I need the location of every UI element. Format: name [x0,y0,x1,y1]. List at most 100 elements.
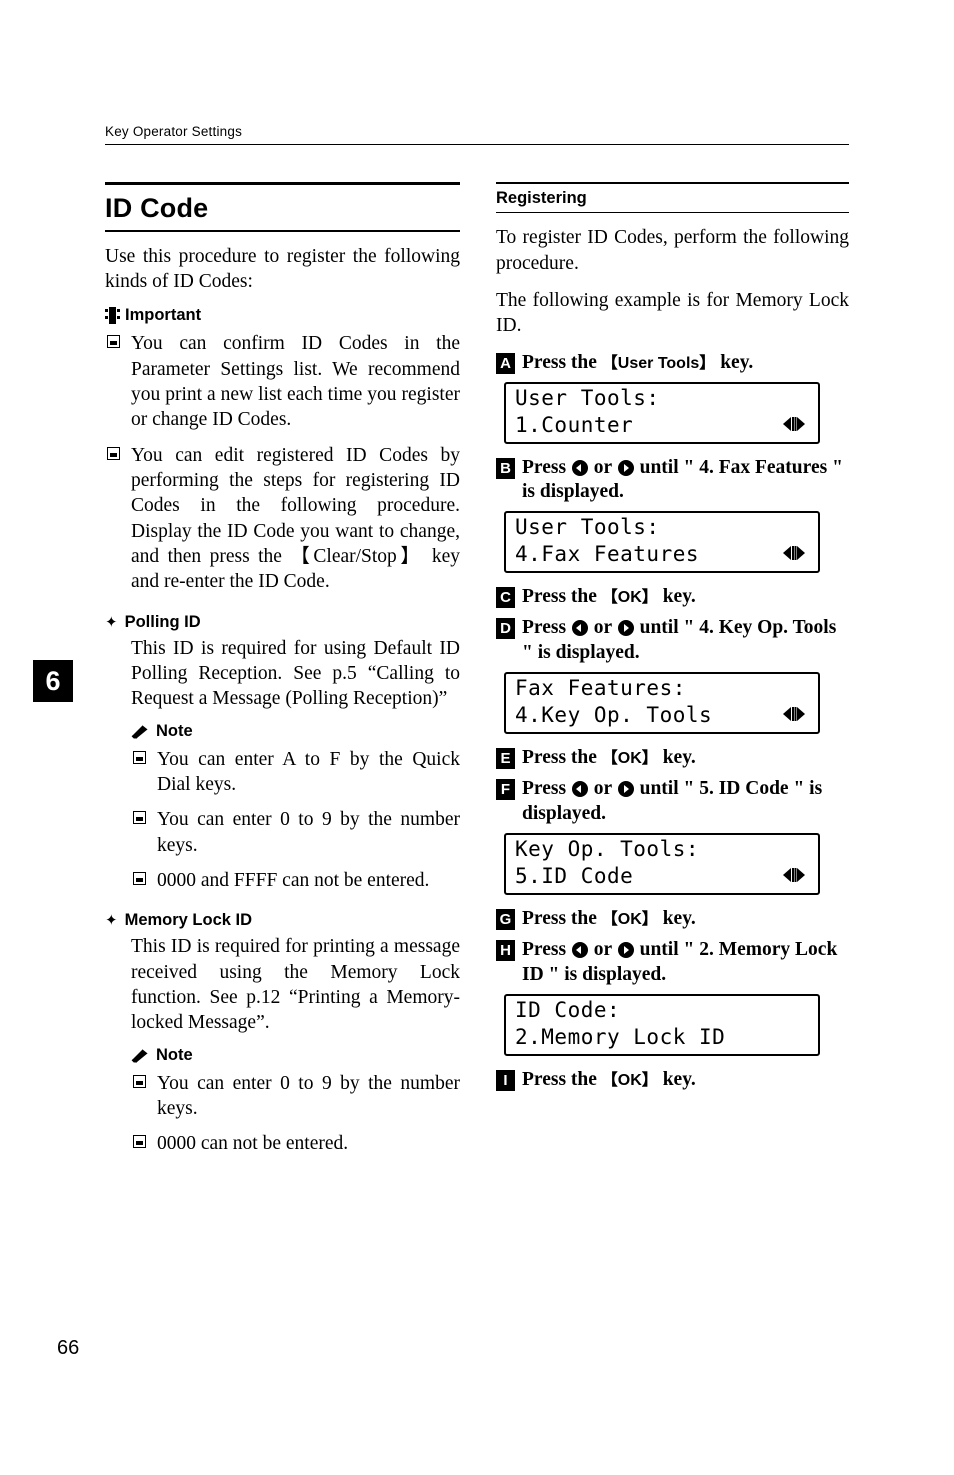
important-icon [105,307,120,325]
section-rule-top [496,182,849,184]
right-column: Registering To register ID Codes, perfor… [496,182,849,1099]
step-number: F [496,779,515,801]
intro-paragraph: Use this procedure to register the follo… [105,245,460,292]
pencil-note-icon [131,723,151,739]
note-heading: Note [131,722,460,741]
step-text-prefix: Press [522,778,571,800]
left-right-arrow-icon [783,546,805,561]
step-8: H Press or until " 2. Memory Lock ID " i… [496,938,849,988]
document-page: Key Operator Settings 6 ID Code Use this… [0,0,954,1475]
lcd-display-3: Fax Features: 4.Key Op. Tools [504,672,820,735]
lcd-line-1: Fax Features: [515,676,686,701]
step-text-suffix: key. [657,747,696,769]
section-rule-bottom [496,212,849,214]
step-text: Press the 【User Tools】 key. [522,351,849,376]
lcd-line-2: 4.Fax Features [515,542,700,567]
chapter-tab: 6 [33,660,73,702]
list-item-text: 0000 can not be entered. [157,1133,349,1155]
step-4: D Press or until " 4. Key Op. Tools " is… [496,616,849,666]
list-item: 0000 and FFFF can not be entered. [131,868,460,893]
step-text: Press or until " 2. Memory Lock ID " is … [522,938,849,988]
step-number: E [496,748,515,770]
step-text-prefix: Press the [522,351,602,373]
bullet-marker-icon [133,1135,146,1149]
note-label: Note [156,1045,193,1064]
lcd-display-5: ID Code: 2.Memory Lock ID [504,994,820,1056]
bullet-marker-icon [133,1074,146,1088]
step-3: C Press the 【OK】 key. [496,585,849,610]
register-intro-2: The following example is for Memory Lock… [496,289,849,337]
left-arrow-key-icon [571,620,588,637]
bullet-marker-icon [133,811,146,825]
polling-id-heading: ✦ Polling ID [105,613,460,632]
lcd-line-2: 1.Counter [515,412,634,437]
lcd-line-2: 4.Key Op. Tools [515,703,713,728]
list-item-text: You can enter 0 to 9 by the number keys. [157,809,460,856]
step-text: Press or until " 4. Key Op. Tools " is d… [522,616,849,666]
section-title: Registering [496,189,587,207]
title-rule-bottom [105,230,460,232]
list-item: You can edit registered ID Codes by perf… [105,443,460,595]
lcd-line-2: 2.Memory Lock ID [515,1025,726,1049]
list-item-text: You can edit registered ID Codes by perf… [131,444,460,593]
lcd-line-1: User Tools: [515,515,660,540]
important-label: Important [125,306,202,325]
list-item-text: You can confirm ID Codes in the Paramete… [131,333,460,431]
step-text-or: or [588,778,617,800]
step-number: G [496,909,515,931]
bullet-marker-icon [133,750,146,764]
step-text-prefix: Press the [522,908,602,930]
step-9: I Press the 【OK】 key. [496,1068,849,1093]
left-column: ID Code Use this procedure to register t… [105,182,460,1167]
right-arrow-key-icon [617,620,634,637]
step-number: D [496,618,515,640]
step-text-prefix: Press the [522,747,602,769]
step-text-or: or [588,939,617,961]
step-text-prefix: Press the [522,586,602,608]
lcd-display-2: User Tools: 4.Fax Features [504,511,820,574]
step-text-suffix: key. [657,586,696,608]
step-text-prefix: Press [522,456,571,478]
right-arrow-key-icon [617,942,634,959]
step-text-suffix: key. [657,1069,696,1090]
step-6: F Press or until " 5. ID Code " is displ… [496,777,849,827]
step-text: Press or until " 5. ID Code " is display… [522,777,849,827]
step-text-suffix: key. [715,351,754,373]
step-number: C [496,587,515,609]
step-text-or: or [588,456,617,478]
diamond-icon: ✦ [105,614,118,631]
page-number: 66 [57,1337,80,1359]
right-arrow-key-icon [617,459,634,476]
user-tools-key: 【User Tools】 [601,354,716,372]
bullet-marker-icon [133,872,146,886]
list-item-text: You can enter A to F by the Quick Dial k… [157,748,460,795]
running-head: Key Operator Settings [105,124,243,139]
note-heading: Note [131,1046,460,1065]
left-right-arrow-icon [783,868,805,883]
left-right-arrow-icon [783,416,805,431]
title-rule-top [105,182,460,185]
step-5: E Press the 【OK】 key. [496,746,849,771]
step-1: A Press the 【User Tools】 key. [496,351,849,376]
bullet-marker-icon [107,335,120,349]
step-7: G Press the 【OK】 key. [496,907,849,932]
polling-id-body: This ID is required for using Default ID… [131,637,460,710]
step-number: A [496,352,515,374]
note-label: Note [156,721,193,740]
lcd-line-1: ID Code: [515,998,621,1022]
list-item: You can enter 0 to 9 by the number keys. [131,807,460,858]
ok-key: 【OK】 [601,1072,658,1089]
lcd-line-2: 5.ID Code [515,864,634,889]
step-text-prefix: Press [522,617,571,639]
list-item-text: 0000 and FFFF can not be entered. [157,870,430,892]
lcd-display-1: User Tools: 1.Counter [504,381,820,444]
list-item: You can confirm ID Codes in the Paramete… [105,331,460,432]
step-text: Press the 【OK】 key. [522,746,849,771]
step-text-or: or [588,617,617,639]
register-intro-1: To register ID Codes, perform the follow… [496,227,849,274]
lcd-display-4: Key Op. Tools: 5.ID Code [504,833,820,896]
memory-lock-note-block: Note You can enter 0 to 9 by the number … [105,1046,460,1157]
polling-note-block: Note You can enter A to F by the Quick D… [105,722,460,894]
list-item-text: You can enter 0 to 9 by the number keys. [157,1072,460,1120]
diamond-icon: ✦ [105,913,118,930]
